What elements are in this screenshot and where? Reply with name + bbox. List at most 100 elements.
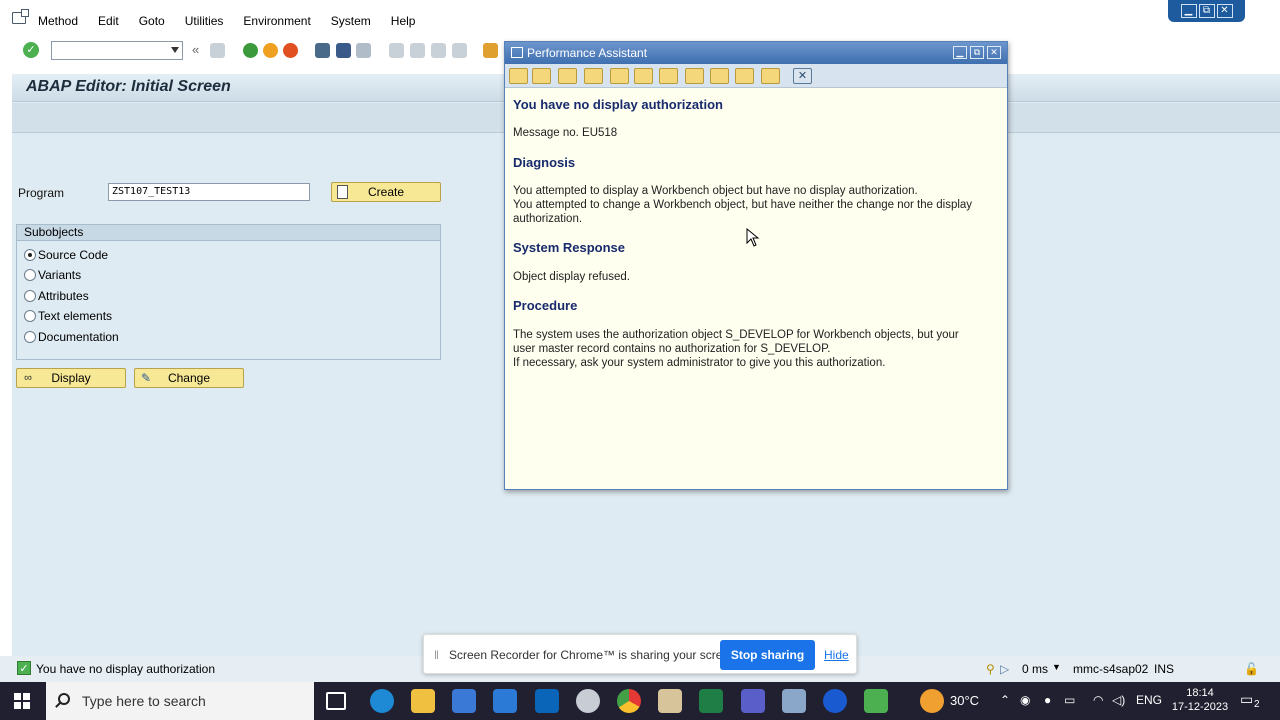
search-placeholder: Type here to search	[82, 693, 206, 709]
radio-variants[interactable]: Variants	[24, 268, 81, 282]
diagnosis-line-3: authorization.	[513, 213, 583, 225]
notepad-icon[interactable]	[782, 689, 806, 713]
close-button[interactable]: ✕	[987, 46, 1001, 59]
display-button[interactable]: ∞ Display	[16, 368, 126, 388]
lock-icon[interactable]: 🔓	[1244, 662, 1259, 676]
restore-button[interactable]: ⧉	[1198, 4, 1215, 18]
input-language[interactable]: ENG	[1136, 693, 1162, 707]
chevron-down-icon[interactable]: ▼	[1052, 662, 1061, 672]
new-session-icon[interactable]	[483, 43, 498, 58]
radio-source-code[interactable]: Source Code	[24, 248, 108, 262]
maximize-button[interactable]: ⧉	[970, 46, 984, 59]
minimize-button[interactable]: ▁	[1180, 4, 1197, 18]
bookmark-icon[interactable]	[685, 68, 704, 84]
chevron-down-icon[interactable]	[171, 47, 179, 53]
radio-icon[interactable]	[24, 331, 36, 343]
status-message[interactable]: You have no display authorization	[36, 662, 215, 676]
file-explorer-icon[interactable]	[411, 689, 435, 713]
sap-logon-icon[interactable]	[576, 689, 600, 713]
radio-label: Text elements	[38, 309, 113, 323]
minimize-button[interactable]: ▁	[953, 46, 967, 59]
outlook-icon[interactable]	[535, 689, 559, 713]
menu-goto[interactable]: Goto	[139, 14, 165, 28]
print-icon[interactable]	[315, 43, 330, 58]
back-icon[interactable]	[243, 43, 258, 58]
chrome-icon[interactable]	[617, 689, 641, 713]
command-field[interactable]	[51, 41, 183, 60]
radio-icon[interactable]	[24, 310, 36, 322]
print-icon[interactable]	[710, 68, 729, 84]
note-icon[interactable]	[659, 68, 678, 84]
taskbar-search[interactable]: Type here to search	[46, 682, 314, 720]
extended-help-icon[interactable]	[735, 68, 754, 84]
temperature[interactable]: 30°C	[950, 693, 979, 708]
notification-center-icon[interactable]: ▭	[1240, 691, 1253, 708]
previous-page-icon[interactable]	[410, 43, 425, 58]
cancel-icon[interactable]	[283, 43, 298, 58]
sap-gui-icon[interactable]	[658, 689, 682, 713]
last-page-icon[interactable]	[452, 43, 467, 58]
first-page-icon[interactable]	[389, 43, 404, 58]
collapse-icon[interactable]: «	[192, 43, 207, 58]
program-input[interactable]: ZST107_TEST13	[108, 183, 310, 201]
radio-icon[interactable]	[24, 290, 36, 302]
close-button[interactable]: ✕	[1216, 4, 1233, 18]
radio-icon[interactable]	[24, 269, 36, 281]
volume-icon[interactable]: ◁)	[1112, 693, 1125, 707]
wifi-icon[interactable]: ◠	[1093, 693, 1103, 707]
microphone-icon[interactable]: ●	[1044, 693, 1051, 707]
assistant-window-title: Performance Assistant	[527, 46, 648, 60]
next-page-icon[interactable]	[431, 43, 446, 58]
mail-icon[interactable]	[493, 689, 517, 713]
insert-mode: INS	[1154, 662, 1175, 676]
meet-icon[interactable]	[864, 689, 888, 713]
response-title: System Response	[513, 240, 625, 255]
assistant-title-bar[interactable]: Performance Assistant ▁ ⧉ ✕	[505, 42, 1007, 64]
menu-method[interactable]: Method	[38, 14, 78, 28]
radio-text-elements[interactable]: Text elements	[24, 309, 112, 323]
close-assistant-icon[interactable]: ✕	[793, 68, 812, 84]
drag-handle-icon[interactable]: ‖	[434, 648, 439, 662]
show-hidden-icons[interactable]: ⌃	[1000, 693, 1010, 707]
menu-system[interactable]: System	[331, 14, 371, 28]
settings-icon[interactable]	[634, 68, 653, 84]
menu-environment[interactable]: Environment	[243, 14, 310, 28]
store-icon[interactable]	[452, 689, 476, 713]
find-next-icon[interactable]	[356, 43, 371, 58]
network-status-icon[interactable]: ◉	[1020, 693, 1030, 707]
structure-icon[interactable]	[584, 68, 603, 84]
list-icon[interactable]	[761, 68, 780, 84]
create-button[interactable]: Create	[331, 182, 441, 202]
menu-utilities[interactable]: Utilities	[185, 14, 224, 28]
change-button[interactable]: ✎ Change	[134, 368, 244, 388]
window-icon	[511, 47, 523, 58]
technical-info-icon[interactable]	[558, 68, 577, 84]
save-icon[interactable]	[210, 43, 225, 58]
battery-icon[interactable]: ▭	[1064, 693, 1075, 707]
customize-layout-icon[interactable]	[12, 9, 29, 24]
play-icon[interactable]: ▷	[1000, 662, 1009, 676]
windows-start-icon[interactable]	[14, 693, 30, 709]
hide-link[interactable]: Hide	[824, 648, 849, 662]
exit-icon[interactable]	[263, 43, 278, 58]
radio-selected-icon[interactable]	[24, 249, 36, 261]
webex-icon[interactable]	[823, 689, 847, 713]
page-title: ABAP Editor: Initial Screen	[26, 78, 231, 95]
diagnosis-line-2: You attempted to change a Workbench obje…	[513, 199, 973, 211]
taskbar-clock[interactable]: 18:14 17-12-2023	[1170, 686, 1230, 714]
radio-attributes[interactable]: Attributes	[24, 289, 89, 303]
task-view-icon[interactable]	[326, 692, 346, 710]
stop-sharing-button[interactable]: Stop sharing	[720, 640, 815, 670]
info-icon[interactable]: ⚲	[986, 662, 995, 676]
find-icon[interactable]	[336, 43, 351, 58]
edit-icon[interactable]	[610, 68, 629, 84]
back-arrow-icon[interactable]	[509, 68, 528, 84]
edge-icon[interactable]	[370, 689, 394, 713]
enter-icon[interactable]: ✓	[23, 42, 39, 58]
excel-icon[interactable]	[699, 689, 723, 713]
radio-documentation[interactable]: Documentation	[24, 330, 119, 344]
menu-edit[interactable]: Edit	[98, 14, 119, 28]
menu-help[interactable]: Help	[391, 14, 416, 28]
teams-icon[interactable]	[741, 689, 765, 713]
forward-arrow-icon[interactable]	[532, 68, 551, 84]
